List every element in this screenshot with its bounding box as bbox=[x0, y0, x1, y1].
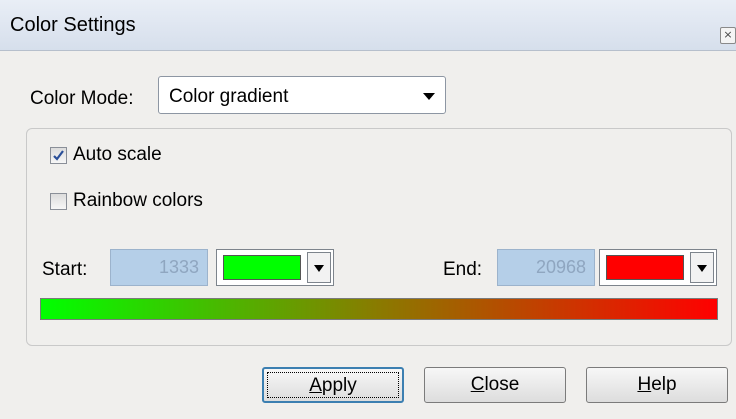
apply-button[interactable]: Apply bbox=[262, 367, 404, 403]
chevron-down-icon bbox=[314, 265, 324, 272]
rainbow-colors-option[interactable]: Rainbow colors bbox=[50, 190, 203, 212]
help-button[interactable]: Help bbox=[586, 367, 728, 403]
chevron-down-icon bbox=[423, 93, 435, 100]
close-mnemonic: C bbox=[470, 374, 485, 395]
color-mode-label: Color Mode: bbox=[30, 88, 134, 109]
auto-scale-option[interactable]: Auto scale bbox=[50, 144, 162, 166]
window-title: Color Settings bbox=[10, 14, 136, 36]
help-label: elp bbox=[651, 374, 677, 395]
end-value-field[interactable]: 20968 bbox=[497, 249, 595, 286]
rainbow-colors-label: Rainbow colors bbox=[73, 190, 203, 211]
color-gradient-bar bbox=[40, 298, 718, 320]
apply-label: pply bbox=[321, 375, 357, 396]
title-bar: Color Settings × bbox=[0, 0, 736, 51]
auto-scale-checkbox[interactable] bbox=[50, 146, 67, 164]
auto-scale-label: Auto scale bbox=[73, 144, 162, 165]
end-color-picker[interactable] bbox=[599, 249, 717, 286]
rainbow-colors-checkbox[interactable] bbox=[50, 192, 67, 210]
close-label: lose bbox=[484, 374, 520, 395]
start-label: Start: bbox=[42, 259, 88, 280]
help-mnemonic: H bbox=[637, 374, 652, 395]
color-mode-select[interactable]: Color gradient bbox=[158, 76, 446, 114]
start-value-field[interactable]: 1333 bbox=[110, 249, 208, 286]
close-button[interactable]: Close bbox=[424, 367, 566, 403]
end-color-swatch bbox=[606, 255, 684, 280]
start-color-swatch bbox=[223, 255, 301, 280]
color-mode-value: Color gradient bbox=[169, 86, 289, 107]
start-color-dropdown[interactable] bbox=[307, 252, 331, 283]
start-color-picker[interactable] bbox=[216, 249, 334, 286]
close-icon[interactable]: × bbox=[720, 27, 736, 44]
chevron-down-icon bbox=[697, 265, 707, 272]
end-label: End: bbox=[443, 259, 483, 280]
apply-mnemonic: A bbox=[309, 375, 322, 396]
end-color-dropdown[interactable] bbox=[690, 252, 714, 283]
checkmark-icon bbox=[53, 149, 64, 161]
